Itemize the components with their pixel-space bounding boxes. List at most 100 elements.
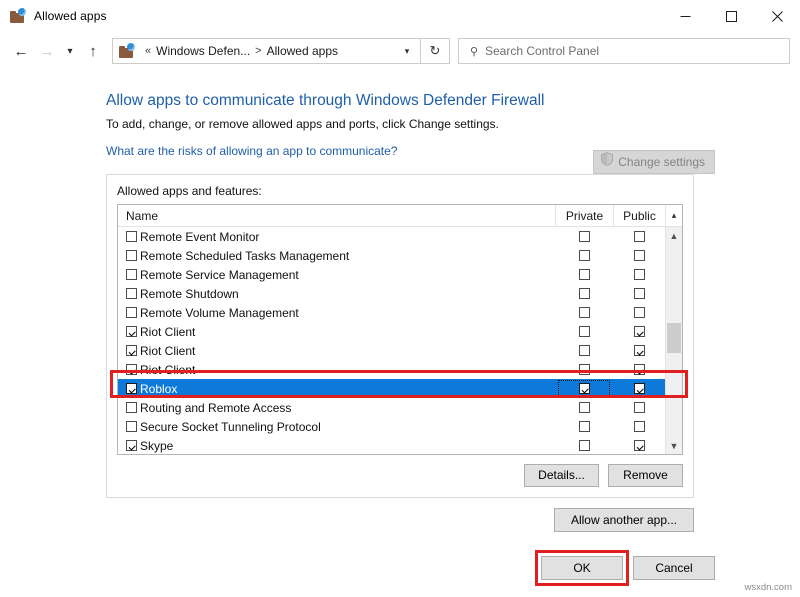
table-row[interactable]: Riot Client (118, 341, 665, 360)
row-private-checkbox[interactable] (578, 269, 590, 280)
row-name-cell[interactable]: Remote Scheduled Tasks Management (118, 249, 555, 263)
table-row[interactable]: Remote Scheduled Tasks Management (118, 246, 665, 265)
row-public-cell[interactable] (613, 436, 665, 454)
scrollbar-thumb[interactable] (667, 323, 681, 353)
row-enabled-checkbox[interactable] (126, 326, 137, 337)
row-public-cell[interactable] (613, 360, 665, 379)
row-public-cell[interactable] (613, 379, 665, 398)
column-header-private[interactable]: Private (555, 205, 613, 226)
row-name-cell[interactable]: Routing and Remote Access (118, 401, 555, 415)
remove-button[interactable]: Remove (608, 464, 683, 487)
cancel-button[interactable]: Cancel (633, 556, 715, 580)
ok-button[interactable]: OK (541, 556, 623, 580)
row-name-cell[interactable]: Riot Client (118, 344, 555, 358)
row-private-cell[interactable] (555, 379, 613, 398)
table-row[interactable]: Remote Volume Management (118, 303, 665, 322)
up-icon[interactable]: ↑ (80, 38, 106, 64)
search-input[interactable]: ⚲ Search Control Panel (458, 38, 790, 64)
address-chevron-down-icon[interactable]: ▾ (394, 46, 420, 57)
risks-link[interactable]: What are the risks of allowing an app to… (106, 144, 397, 158)
row-public-cell[interactable] (613, 322, 665, 341)
row-public-checkbox[interactable] (633, 383, 645, 394)
row-name-cell[interactable]: Secure Socket Tunneling Protocol (118, 420, 555, 434)
row-public-cell[interactable] (613, 246, 665, 265)
row-private-cell[interactable] (555, 436, 613, 454)
allow-another-app-button[interactable]: Allow another app... (554, 508, 694, 532)
row-enabled-checkbox[interactable] (126, 402, 137, 413)
row-private-cell[interactable] (555, 341, 613, 360)
change-settings-button[interactable]: Change settings (593, 150, 715, 174)
row-enabled-checkbox[interactable] (126, 383, 137, 394)
row-public-checkbox[interactable] (633, 421, 645, 432)
row-name-cell[interactable]: Riot Client (118, 325, 555, 339)
row-private-cell[interactable] (555, 246, 613, 265)
row-enabled-checkbox[interactable] (126, 421, 137, 432)
row-public-cell[interactable] (613, 265, 665, 284)
row-private-checkbox[interactable] (578, 383, 590, 394)
row-private-cell[interactable] (555, 303, 613, 322)
row-private-checkbox[interactable] (578, 440, 590, 451)
scroll-down-icon[interactable]: ▼ (666, 437, 682, 454)
row-private-checkbox[interactable] (578, 231, 590, 242)
back-icon[interactable]: ← (8, 38, 34, 64)
row-public-checkbox[interactable] (633, 345, 645, 356)
row-enabled-checkbox[interactable] (126, 307, 137, 318)
row-enabled-checkbox[interactable] (126, 231, 137, 242)
row-private-checkbox[interactable] (578, 364, 590, 375)
row-name-cell[interactable]: Remote Shutdown (118, 287, 555, 301)
row-public-checkbox[interactable] (633, 402, 645, 413)
row-private-cell[interactable] (555, 398, 613, 417)
column-header-public[interactable]: Public (613, 205, 665, 226)
row-public-checkbox[interactable] (633, 231, 645, 242)
row-name-cell[interactable]: Remote Volume Management (118, 306, 555, 320)
details-button[interactable]: Details... (524, 464, 599, 487)
minimize-icon[interactable] (662, 0, 708, 32)
row-private-checkbox[interactable] (578, 307, 590, 318)
row-public-checkbox[interactable] (633, 307, 645, 318)
row-name-cell[interactable]: Remote Service Management (118, 268, 555, 282)
row-public-checkbox[interactable] (633, 440, 645, 451)
row-private-checkbox[interactable] (578, 345, 590, 356)
column-header-name[interactable]: Name (118, 205, 555, 226)
close-icon[interactable] (754, 0, 800, 32)
scroll-up-icon[interactable]: ▲ (666, 227, 682, 244)
row-enabled-checkbox[interactable] (126, 269, 137, 280)
row-private-cell[interactable] (555, 284, 613, 303)
breadcrumb-overflow-icon[interactable]: « (145, 45, 151, 57)
row-enabled-checkbox[interactable] (126, 364, 137, 375)
row-private-checkbox[interactable] (578, 326, 590, 337)
maximize-icon[interactable] (708, 0, 754, 32)
row-enabled-checkbox[interactable] (126, 250, 137, 261)
row-private-cell[interactable] (555, 417, 613, 436)
recent-locations-chevron-down-icon[interactable]: ▾ (60, 38, 80, 64)
table-row[interactable]: Riot Client (118, 360, 665, 379)
row-private-cell[interactable] (555, 360, 613, 379)
row-public-checkbox[interactable] (633, 364, 645, 375)
row-name-cell[interactable]: Skype (118, 439, 555, 453)
row-private-checkbox[interactable] (578, 288, 590, 299)
breadcrumb-item-allowed-apps[interactable]: Allowed apps (267, 44, 338, 58)
row-public-cell[interactable] (613, 417, 665, 436)
row-public-checkbox[interactable] (633, 250, 645, 261)
row-public-checkbox[interactable] (633, 288, 645, 299)
row-private-checkbox[interactable] (578, 421, 590, 432)
row-private-cell[interactable] (555, 322, 613, 341)
refresh-icon[interactable]: ↻ (421, 38, 450, 64)
row-enabled-checkbox[interactable] (126, 440, 137, 451)
table-row[interactable]: Routing and Remote Access (118, 398, 665, 417)
table-row[interactable]: Skype (118, 436, 665, 454)
row-private-checkbox[interactable] (578, 402, 590, 413)
row-public-cell[interactable] (613, 398, 665, 417)
allowed-apps-listview[interactable]: Name Private Public ▴ Remote Event Monit… (117, 204, 683, 455)
vertical-scrollbar[interactable]: ▲ ▼ (665, 227, 682, 454)
row-public-cell[interactable] (613, 227, 665, 246)
address-bar[interactable]: « Windows Defen... > Allowed apps ▾ (112, 38, 421, 64)
row-public-checkbox[interactable] (633, 326, 645, 337)
row-public-cell[interactable] (613, 303, 665, 322)
row-public-cell[interactable] (613, 341, 665, 360)
row-enabled-checkbox[interactable] (126, 288, 137, 299)
table-row[interactable]: Roblox (118, 379, 665, 398)
row-public-checkbox[interactable] (633, 269, 645, 280)
table-row[interactable]: Secure Socket Tunneling Protocol (118, 417, 665, 436)
row-private-cell[interactable] (555, 227, 613, 246)
